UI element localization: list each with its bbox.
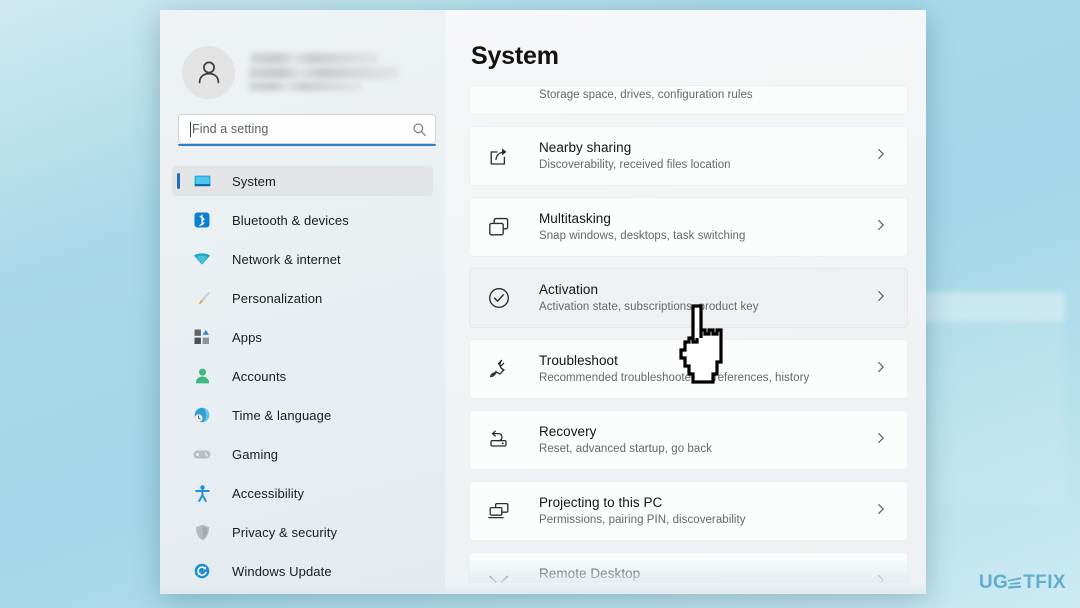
- search-icon: [413, 122, 426, 136]
- gamepad-icon: [192, 449, 212, 460]
- chevron-right-icon: [875, 289, 887, 307]
- card-title: Projecting to this PC: [539, 495, 663, 510]
- sidebar-item-label: Privacy & security: [232, 524, 338, 540]
- sidebar-nav: System Bluetooth & devices Network & int…: [172, 166, 433, 586]
- share-icon: [486, 145, 512, 167]
- settings-card-troubleshoot[interactable]: Troubleshoot Recommended troubleshooters…: [469, 339, 908, 399]
- card-subtitle: Storage space, drives, configuration rul…: [539, 89, 753, 101]
- sidebar-item-bluetooth-devices[interactable]: Bluetooth & devices: [172, 205, 433, 235]
- check-circle-icon: [486, 287, 512, 309]
- sidebar-item-system[interactable]: System: [172, 166, 433, 196]
- settings-card-remote-desktop[interactable]: Remote Desktop Remote Desktop users, con…: [469, 552, 908, 583]
- watermark-text-after: TFIX: [1023, 572, 1066, 593]
- card-subtitle: Snap windows, desktops, task switching: [539, 230, 746, 242]
- sidebar-item-label: System: [232, 173, 276, 189]
- card-title: Nearby sharing: [539, 140, 632, 155]
- card-subtitle: Activation state, subscriptions, product…: [539, 301, 759, 313]
- settings-card-projecting[interactable]: Projecting to this PC Permissions, pairi…: [469, 481, 908, 541]
- sidebar-item-windows-update[interactable]: Windows Update: [172, 556, 433, 586]
- search-placeholder: Find a setting: [192, 121, 269, 136]
- person-icon: [198, 61, 219, 84]
- wrench-icon: [486, 358, 512, 380]
- monitor-icon: [192, 175, 212, 188]
- page-title: System: [471, 42, 559, 70]
- settings-card-recovery[interactable]: Recovery Reset, advanced startup, go bac…: [469, 410, 908, 470]
- card-title: Troubleshoot: [539, 353, 618, 368]
- chevron-right-icon: [875, 431, 887, 449]
- sidebar-item-label: Windows Update: [232, 563, 332, 579]
- account-row[interactable]: [172, 10, 433, 108]
- avatar: [182, 45, 235, 99]
- chevron-right-icon: [875, 218, 887, 236]
- account-icon: [192, 368, 212, 384]
- recovery-icon: [486, 430, 512, 450]
- projecting-icon: [486, 502, 512, 521]
- settings-card-activation[interactable]: Activation Activation state, subscriptio…: [469, 268, 908, 328]
- multitasking-icon: [486, 217, 512, 237]
- settings-card-storage[interactable]: Storage space, drives, configuration rul…: [469, 85, 908, 115]
- card-title: Remote Desktop: [539, 566, 641, 581]
- settings-card-multitasking[interactable]: Multitasking Snap windows, desktops, tas…: [469, 197, 908, 257]
- sidebar-item-label: Accounts: [232, 368, 287, 384]
- sidebar-item-privacy-security[interactable]: Privacy & security: [172, 517, 433, 547]
- sidebar-item-accounts[interactable]: Accounts: [172, 361, 433, 391]
- sidebar-item-time-language[interactable]: Time & language: [172, 400, 433, 430]
- desktop-background: Find a setting System Bluetooth & device…: [0, 0, 1080, 608]
- settings-card-list: Storage space, drives, configuration rul…: [469, 85, 908, 583]
- chevron-right-icon: [875, 147, 887, 165]
- sidebar-item-label: Network & internet: [232, 251, 341, 267]
- card-subtitle: Recommended troubleshooters, preferences…: [539, 372, 810, 384]
- search-container: Find a setting: [178, 114, 436, 146]
- sidebar-item-accessibility[interactable]: Accessibility: [172, 478, 433, 508]
- ugetfix-watermark: UG TFIX: [979, 572, 1066, 594]
- selection-indicator: [177, 173, 180, 189]
- wifi-icon: [192, 252, 212, 266]
- apps-icon: [192, 329, 212, 345]
- text-caret: [190, 121, 191, 137]
- card-subtitle: Discoverability, received files location: [539, 159, 731, 171]
- sidebar-item-network-internet[interactable]: Network & internet: [172, 244, 433, 274]
- settings-card-nearby-sharing[interactable]: Nearby sharing Discoverability, received…: [469, 126, 908, 186]
- chevron-right-icon: [875, 573, 887, 583]
- card-title: Recovery: [539, 424, 597, 439]
- settings-window: Find a setting System Bluetooth & device…: [160, 10, 926, 594]
- remote-desktop-icon: [486, 573, 512, 583]
- shield-icon: [192, 524, 212, 541]
- sidebar-item-label: Accessibility: [232, 485, 305, 501]
- update-icon: [192, 563, 212, 579]
- sidebar-item-label: Personalization: [232, 290, 323, 306]
- watermark-text-before: UG: [978, 572, 1009, 593]
- bluetooth-icon: [192, 212, 212, 228]
- card-title: Multitasking: [539, 211, 611, 226]
- card-subtitle: Permissions, pairing PIN, discoverabilit…: [539, 514, 746, 526]
- sidebar-item-personalization[interactable]: Personalization: [172, 283, 433, 313]
- account-name-redacted: [249, 51, 427, 94]
- sidebar-item-label: Apps: [232, 329, 263, 345]
- accessibility-icon: [192, 484, 212, 502]
- search-focus-underline: [178, 144, 436, 146]
- chevron-right-icon: [875, 360, 887, 378]
- sidebar-item-label: Time & language: [232, 407, 332, 423]
- card-title: Activation: [539, 282, 599, 297]
- settings-sidebar: Find a setting System Bluetooth & device…: [160, 10, 445, 594]
- sidebar-item-label: Bluetooth & devices: [232, 212, 349, 228]
- watermark-e-glyph: [1008, 576, 1022, 589]
- sidebar-item-apps[interactable]: Apps: [172, 322, 433, 352]
- clock-globe-icon: [192, 407, 212, 423]
- background-window-band-secondary: [930, 322, 1065, 504]
- settings-main-pane: System Storage space, drives, configurat…: [445, 10, 926, 594]
- card-subtitle: Reset, advanced startup, go back: [539, 443, 712, 455]
- sidebar-item-gaming[interactable]: Gaming: [172, 439, 433, 469]
- chevron-right-icon: [875, 502, 887, 520]
- sidebar-item-label: Gaming: [232, 446, 279, 462]
- paintbrush-icon: [192, 290, 212, 307]
- search-input[interactable]: Find a setting: [178, 114, 436, 144]
